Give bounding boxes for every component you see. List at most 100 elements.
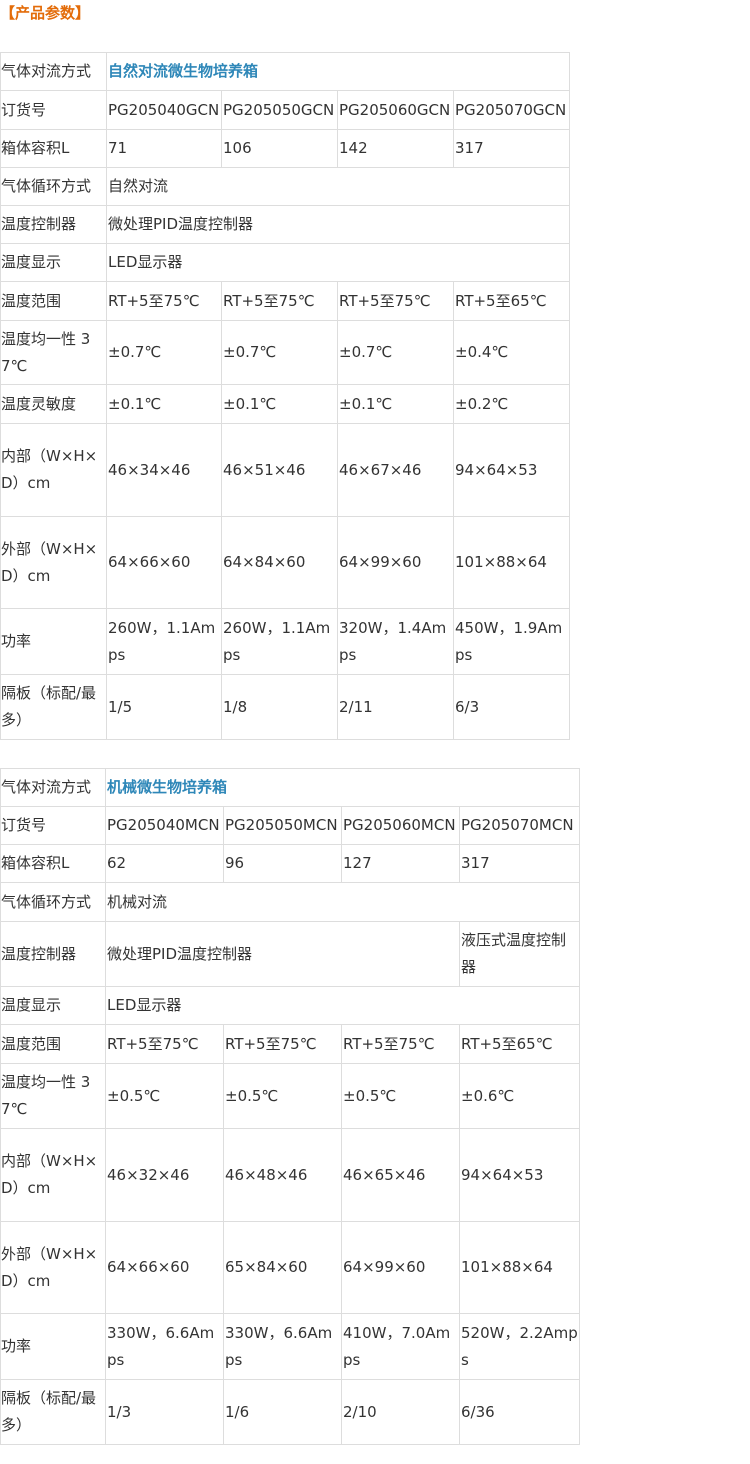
row-value: RT+5至65℃ bbox=[458, 1024, 581, 1064]
row-label: 订货号 bbox=[0, 90, 107, 130]
row-value: ±0.1℃ bbox=[221, 384, 338, 424]
table-row: 功率 260W，1.1Amps 260W，1.1Amps 320W，1.4Amps 45… bbox=[0, 608, 571, 675]
spec-table-natural-convection: 气体对流方式 自然对流微生物培养箱 订货号 PG205040GCN PG205050GC… bbox=[0, 52, 571, 740]
row-label: 气体循环方式 bbox=[0, 167, 107, 206]
row-value: RT+5至75℃ bbox=[337, 281, 454, 321]
table-row: 温度均一性 37℃ ±0.5℃ ±0.5℃ ±0.5℃ ±0.6℃ bbox=[0, 1063, 581, 1129]
row-value: 46×51×46 bbox=[221, 423, 338, 517]
row-value: ±0.7℃ bbox=[106, 320, 222, 385]
table-row: 箱体容积L 71 106 142 317 bbox=[0, 129, 571, 168]
table-row: 订货号 PG205040MCN PG205050MCN PG205060MCN PG20… bbox=[0, 806, 581, 845]
table-row: 订货号 PG205040GCN PG205050GCN PG205060GCN PG20… bbox=[0, 90, 571, 130]
row-value: 320W，1.4Amps bbox=[337, 608, 454, 675]
row-value: PG205070MCN bbox=[458, 806, 581, 845]
row-value: PG205040GCN bbox=[106, 90, 222, 130]
row-value: 1/5 bbox=[106, 674, 222, 740]
row-value: LED显示器 bbox=[105, 243, 571, 282]
row-value: ±0.7℃ bbox=[221, 320, 338, 385]
row-value: 101×88×64 bbox=[452, 516, 571, 609]
table-row: 内部（W×H×D）cm 46×32×46 46×48×46 46×65×46 94×64… bbox=[0, 1128, 581, 1222]
row-value: 1/6 bbox=[223, 1379, 342, 1445]
row-value: 46×65×46 bbox=[341, 1128, 460, 1222]
row-label: 温度显示 bbox=[0, 243, 107, 282]
table-row: 温度范围 RT+5至75℃ RT+5至75℃ RT+5至75℃ RT+5至65℃ bbox=[0, 281, 571, 321]
table-row: 温度灵敏度 ±0.1℃ ±0.1℃ ±0.1℃ ±0.2℃ bbox=[0, 384, 571, 424]
table-row: 气体对流方式 自然对流微生物培养箱 bbox=[0, 52, 571, 91]
row-value: 330W，6.6Amps bbox=[105, 1313, 224, 1380]
table-row: 功率 330W，6.6Amps 330W，6.6Amps 410W，7.0Amps 52… bbox=[0, 1313, 581, 1380]
row-label: 气体对流方式 bbox=[0, 768, 106, 807]
row-value: ±0.1℃ bbox=[106, 384, 222, 424]
row-label: 外部（W×H×D）cm bbox=[0, 1221, 106, 1314]
row-value: 机械对流 bbox=[104, 882, 581, 922]
row-value: 96 bbox=[223, 844, 342, 883]
row-value: RT+5至75℃ bbox=[221, 281, 338, 321]
row-value: RT+5至65℃ bbox=[452, 281, 571, 321]
row-value: 450W，1.9Amps bbox=[452, 608, 571, 675]
row-value: 64×84×60 bbox=[221, 516, 338, 609]
row-value: 260W，1.1Amps bbox=[106, 608, 222, 675]
table-row: 隔板（标配/最多） 1/3 1/6 2/10 6/36 bbox=[0, 1379, 581, 1445]
row-value: RT+5至75℃ bbox=[341, 1024, 460, 1064]
row-value: 64×99×60 bbox=[341, 1221, 460, 1314]
row-value: RT+5至75℃ bbox=[106, 281, 222, 321]
row-value: ±0.5℃ bbox=[223, 1063, 342, 1129]
row-label: 温度范围 bbox=[0, 1024, 106, 1064]
row-value: 64×66×60 bbox=[105, 1221, 224, 1314]
row-value: 46×32×46 bbox=[105, 1128, 224, 1222]
row-value: 液压式温度控制器 bbox=[458, 921, 581, 987]
row-value: PG205060MCN bbox=[341, 806, 460, 845]
table-row: 温度显示 LED显示器 bbox=[0, 986, 581, 1025]
row-value: 260W，1.1Amps bbox=[221, 608, 338, 675]
row-value: ±0.2℃ bbox=[452, 384, 571, 424]
row-value: 1/8 bbox=[221, 674, 338, 740]
row-value: PG205050GCN bbox=[221, 90, 338, 130]
table-row: 气体循环方式 自然对流 bbox=[0, 167, 571, 206]
row-label: 温度控制器 bbox=[0, 921, 106, 987]
row-label: 隔板（标配/最多） bbox=[0, 674, 107, 740]
row-value: 6/36 bbox=[458, 1379, 581, 1445]
row-value: 101×88×64 bbox=[458, 1221, 581, 1314]
table-row: 温度控制器 微处理PID温度控制器 bbox=[0, 205, 571, 244]
row-value: 机械微生物培养箱 bbox=[104, 768, 581, 807]
row-value: 62 bbox=[105, 844, 224, 883]
row-value: ±0.1℃ bbox=[337, 384, 454, 424]
row-value: ±0.6℃ bbox=[458, 1063, 581, 1129]
row-label: 气体循环方式 bbox=[0, 882, 106, 922]
table-row: 温度显示 LED显示器 bbox=[0, 243, 571, 282]
row-value: 106 bbox=[221, 129, 338, 168]
table-row: 气体循环方式 机械对流 bbox=[0, 882, 581, 922]
row-label: 内部（W×H×D）cm bbox=[0, 423, 107, 517]
table-row: 温度范围 RT+5至75℃ RT+5至75℃ RT+5至75℃ RT+5至65℃ bbox=[0, 1024, 581, 1064]
row-value: PG205050MCN bbox=[223, 806, 342, 845]
row-value: 127 bbox=[341, 844, 460, 883]
row-label: 温度均一性 37℃ bbox=[0, 320, 107, 385]
row-value: 46×48×46 bbox=[223, 1128, 342, 1222]
row-label: 箱体容积L bbox=[0, 129, 107, 168]
row-label: 箱体容积L bbox=[0, 844, 106, 883]
row-value: 317 bbox=[458, 844, 581, 883]
row-value: 1/3 bbox=[105, 1379, 224, 1445]
row-label: 温度控制器 bbox=[0, 205, 107, 244]
row-label: 温度均一性 37℃ bbox=[0, 1063, 106, 1129]
row-value: 微处理PID温度控制器 bbox=[105, 921, 460, 987]
row-label: 隔板（标配/最多） bbox=[0, 1379, 106, 1445]
table-row: 箱体容积L 62 96 127 317 bbox=[0, 844, 581, 883]
row-value: 46×67×46 bbox=[337, 423, 454, 517]
spec-table-mechanical-convection: 气体对流方式 机械微生物培养箱 订货号 PG205040MCN PG205050MCN P… bbox=[0, 768, 581, 1445]
row-label: 外部（W×H×D）cm bbox=[0, 516, 107, 609]
row-value: PG205040MCN bbox=[105, 806, 224, 845]
table-row: 隔板（标配/最多） 1/5 1/8 2/11 6/3 bbox=[0, 674, 571, 740]
row-label: 内部（W×H×D）cm bbox=[0, 1128, 106, 1222]
row-value: 317 bbox=[452, 129, 571, 168]
row-value: RT+5至75℃ bbox=[105, 1024, 224, 1064]
row-value: ±0.5℃ bbox=[105, 1063, 224, 1129]
row-label: 温度灵敏度 bbox=[0, 384, 107, 424]
row-value: ±0.4℃ bbox=[452, 320, 571, 385]
row-value: 71 bbox=[106, 129, 222, 168]
row-value: 2/11 bbox=[337, 674, 454, 740]
row-value: 64×99×60 bbox=[337, 516, 454, 609]
row-value: ±0.5℃ bbox=[341, 1063, 460, 1129]
row-value: 142 bbox=[337, 129, 454, 168]
row-value: LED显示器 bbox=[104, 986, 581, 1025]
